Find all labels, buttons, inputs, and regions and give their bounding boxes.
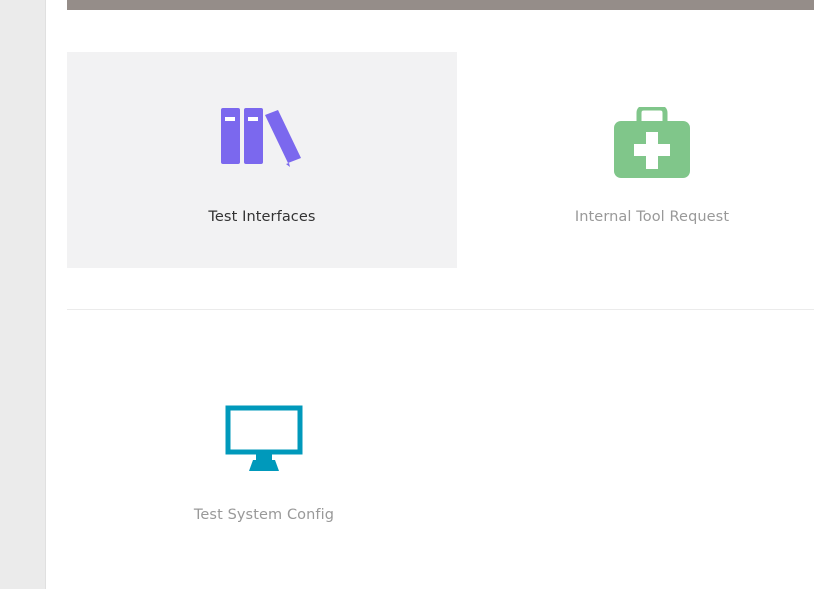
books-icon	[67, 107, 457, 179]
tile-test-system-config[interactable]: Test System Config	[167, 350, 557, 566]
tile-label: Test Interfaces	[208, 209, 316, 225]
tile-internal-tool-request[interactable]: Internal Tool Request	[457, 52, 814, 268]
tile-label: Test System Config	[193, 507, 335, 523]
section-divider	[67, 309, 814, 310]
left-rail	[0, 0, 46, 589]
first-aid-kit-icon	[457, 107, 814, 179]
tile-label: Internal Tool Request	[574, 209, 730, 225]
monitor-icon	[0, 405, 557, 477]
tile-test-interfaces[interactable]: Test Interfaces	[67, 52, 457, 268]
top-banner-bar	[67, 0, 814, 10]
